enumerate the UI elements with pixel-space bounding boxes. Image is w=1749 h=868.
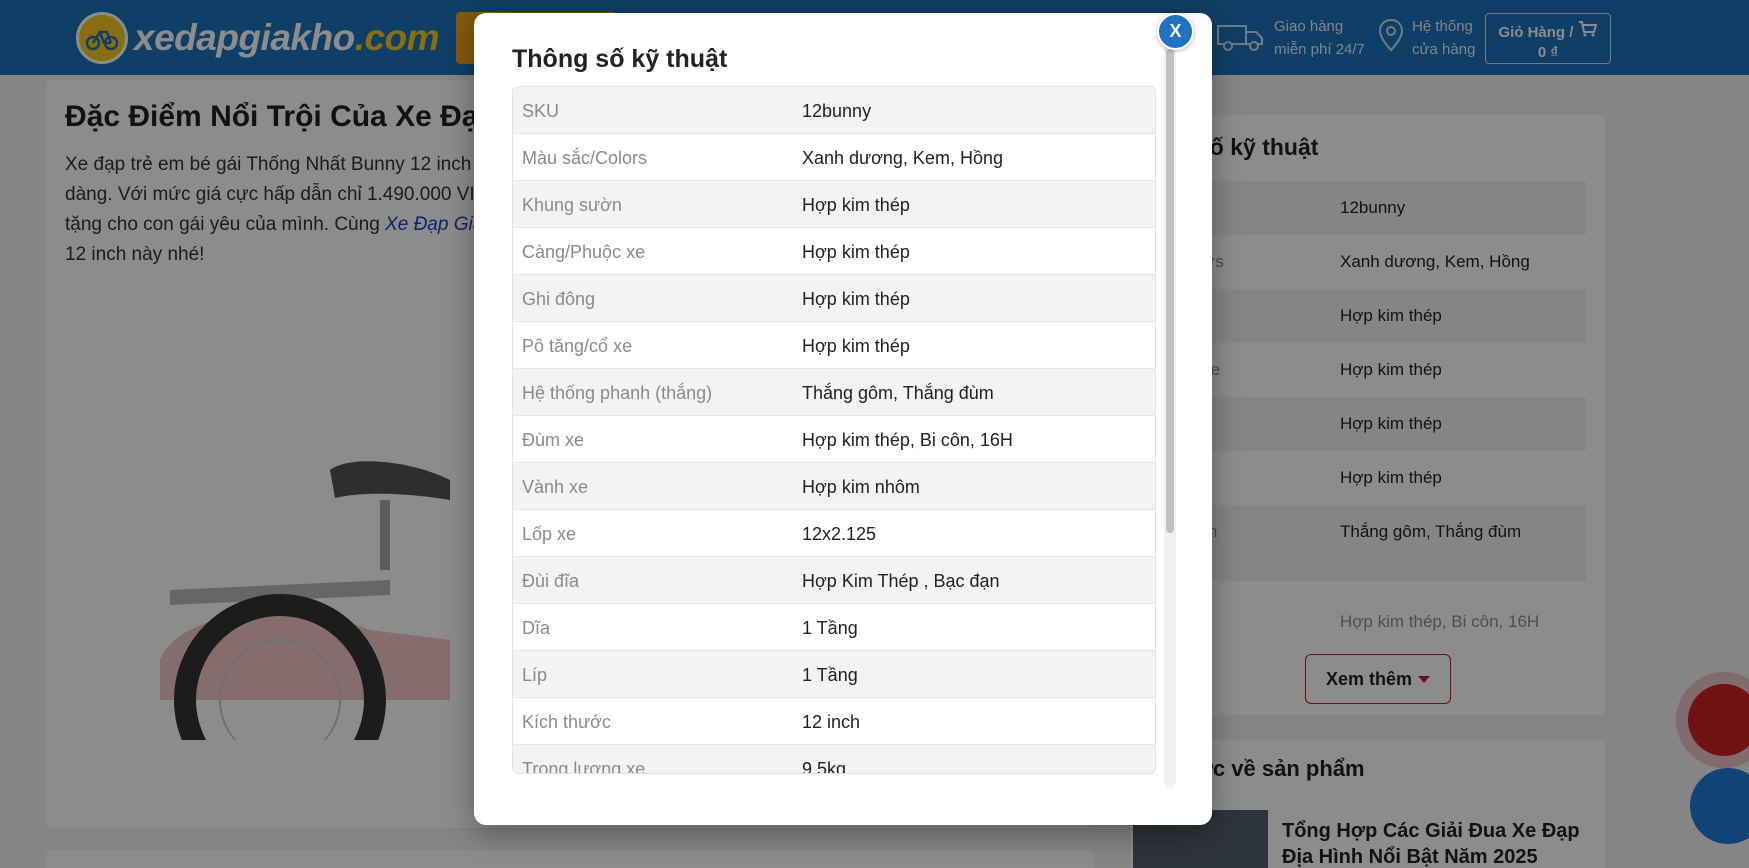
specs-table[interactable]: SKU 12bunny Màu sắc/Colors Xanh dương, Kem… [512,86,1156,774]
table-row: Pô tăng/cổ xe Hợp kim thép [513,322,1155,369]
table-row: Dĩa 1 Tầng [513,604,1155,651]
table-row: Ghi đông Hợp kim thép [513,275,1155,322]
table-row: Càng/Phuộc xe Hợp kim thép [513,228,1155,275]
specs-modal: Thông số kỹ thuật SKU 12bunny Màu sắc/Col… [474,13,1212,825]
table-row: Lốp xe 12x2.125 [513,510,1155,557]
table-row: Vành xe Hợp kim nhôm [513,463,1155,510]
modal-scrollbar-thumb[interactable] [1166,49,1174,533]
table-row: Trọng lượng xe 9.5kg [513,745,1155,773]
table-row: SKU 12bunny [513,87,1155,134]
table-row: Đùi đĩa Hợp Kim Thép , Bạc đạn [513,557,1155,604]
table-row: Đùm xe Hợp kim thép, Bi côn, 16H [513,416,1155,463]
table-row: Líp 1 Tầng [513,651,1155,698]
modal-title: Thông số kỹ thuật [512,45,728,73]
table-row: Hệ thống phanh (thắng) Thắng gôm, Thắng đ… [513,369,1155,416]
table-row: Màu sắc/Colors Xanh dương, Kem, Hồng [513,134,1155,181]
table-row: Khung sườn Hợp kim thép [513,181,1155,228]
close-button[interactable]: X [1157,13,1194,50]
table-row: Kích thước 12 inch [513,698,1155,745]
